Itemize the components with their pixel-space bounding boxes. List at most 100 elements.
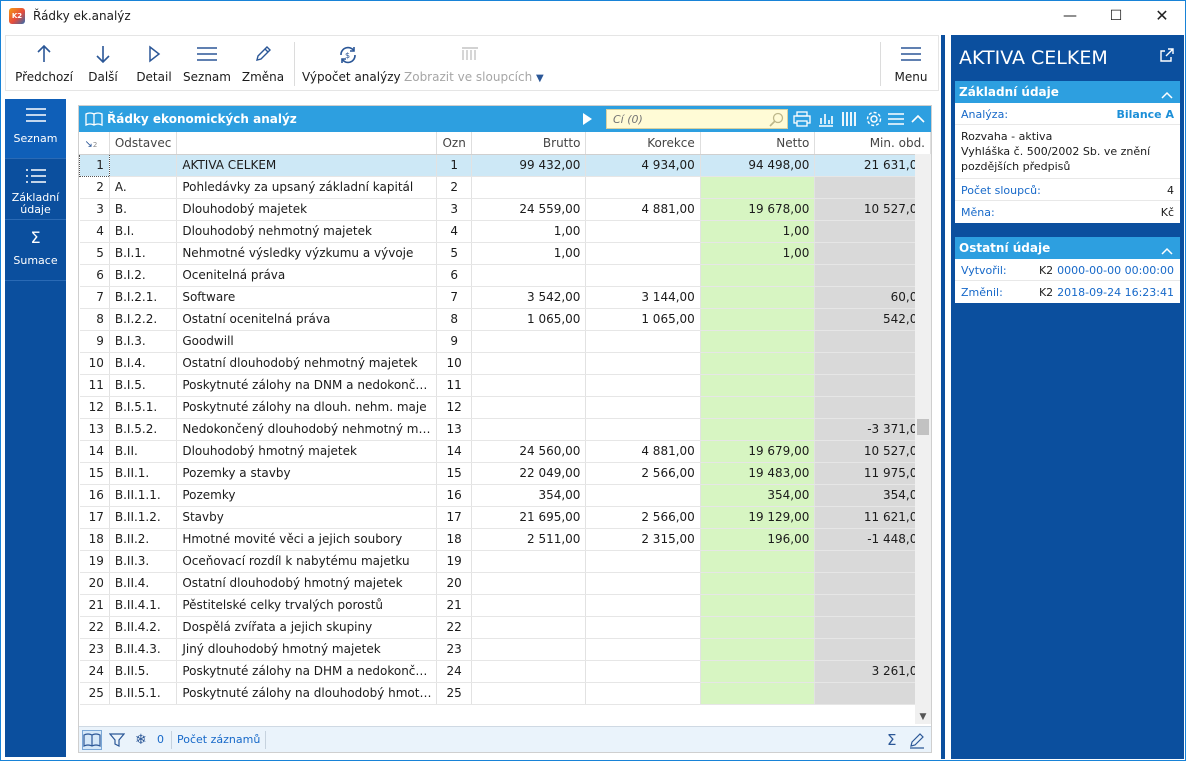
chevron-down-icon[interactable]: ▼ <box>915 710 931 724</box>
cell-netto[interactable]: 354,00 <box>700 484 816 507</box>
cell-popis[interactable]: Stavby <box>176 506 438 529</box>
cell-netto[interactable]: 1,00 <box>700 242 816 265</box>
run-icon[interactable] <box>581 112 595 131</box>
record-count-link[interactable]: Počet záznamů <box>177 731 260 749</box>
table-row[interactable]: 6 B.I.2. Ocenitelná práva 6 <box>79 264 931 287</box>
cell-rownum[interactable]: 6 <box>79 264 110 287</box>
cell-popis[interactable]: Ostatní dlouhodobý hmotný majetek <box>176 572 438 595</box>
cell-brutto[interactable] <box>471 638 587 661</box>
column-header-popis[interactable] <box>176 132 438 155</box>
cell-korekce[interactable]: 2 566,00 <box>585 462 701 485</box>
table-row[interactable]: 25 B.II.5.1. Poskytnuté zálohy na dlouhodo… <box>79 682 931 705</box>
cell-ozn[interactable]: 14 <box>436 440 472 463</box>
cell-popis[interactable]: Pozemky <box>176 484 438 507</box>
cell-odstavec[interactable]: B.I.3. <box>109 330 178 353</box>
cell-brutto[interactable] <box>471 572 587 595</box>
cell-rownum[interactable]: 9 <box>79 330 110 353</box>
cell-popis[interactable]: Pěstitelské celky trvalých porostů <box>176 594 438 617</box>
cell-rownum[interactable]: 3 <box>79 198 110 221</box>
cell-rownum[interactable]: 22 <box>79 616 110 639</box>
cell-rownum[interactable]: 14 <box>79 440 110 463</box>
cell-ozn[interactable]: 4 <box>436 220 472 243</box>
cell-rownum[interactable]: 21 <box>79 594 110 617</box>
cell-brutto[interactable]: 354,00 <box>471 484 587 507</box>
cell-korekce[interactable] <box>585 418 701 441</box>
cell-netto[interactable] <box>700 616 816 639</box>
cell-brutto[interactable] <box>471 616 587 639</box>
cell-min-obd[interactable] <box>814 176 931 199</box>
cell-ozn[interactable]: 1 <box>436 154 472 177</box>
cell-korekce[interactable]: 3 144,00 <box>585 286 701 309</box>
gear-icon[interactable] <box>865 110 883 128</box>
cell-rownum[interactable]: 16 <box>79 484 110 507</box>
cell-min-obd[interactable]: 10 527,00 <box>814 440 931 463</box>
cell-rownum[interactable]: 5 <box>79 242 110 265</box>
cell-min-obd[interactable]: 21 631,00 <box>814 154 931 177</box>
cell-odstavec[interactable]: B.II.1.1. <box>109 484 178 507</box>
cell-odstavec[interactable]: B.II.4.1. <box>109 594 178 617</box>
cell-brutto[interactable] <box>471 264 587 287</box>
cell-netto[interactable] <box>700 682 816 705</box>
column-header-netto[interactable]: Netto <box>700 132 816 155</box>
cell-odstavec[interactable]: B.I.2.1. <box>109 286 178 309</box>
cell-popis[interactable]: Nedokončený dlouhodobý nehmotný m… <box>176 418 438 441</box>
cell-brutto[interactable]: 3 542,00 <box>471 286 587 309</box>
table-row[interactable]: 5 B.I.1. Nehmotné výsledky výzkumu a vývoj… <box>79 242 931 265</box>
cell-rownum[interactable]: 17 <box>79 506 110 529</box>
cell-korekce[interactable] <box>585 330 701 353</box>
cell-netto[interactable]: 19 679,00 <box>700 440 816 463</box>
table-row[interactable]: 10 B.I.4. Ostatní dlouhodobý nehmotný maje… <box>79 352 931 375</box>
cell-popis[interactable]: Nehmotné výsledky výzkumu a vývoje <box>176 242 438 265</box>
other-info-header[interactable]: Ostatní údaje <box>955 237 1180 259</box>
table-row[interactable]: 9 B.I.3. Goodwill 9 <box>79 330 931 353</box>
cell-ozn[interactable]: 5 <box>436 242 472 265</box>
printer-icon[interactable] <box>793 110 811 128</box>
sigma-icon[interactable]: Σ <box>887 731 896 749</box>
cell-odstavec[interactable]: B.I.5.1. <box>109 396 178 419</box>
cell-popis[interactable]: Oceňovací rozdíl k nabytému majetku <box>176 550 438 573</box>
calculate-analysis-button[interactable]: $ Výpočet analýzy <box>302 36 401 90</box>
cell-odstavec[interactable]: B.II.1. <box>109 462 178 485</box>
cell-ozn[interactable]: 8 <box>436 308 472 331</box>
cell-korekce[interactable]: 2 315,00 <box>585 528 701 551</box>
cell-odstavec[interactable]: B.II.1.2. <box>109 506 178 529</box>
cell-odstavec[interactable]: B.I.2.2. <box>109 308 178 331</box>
cell-korekce[interactable] <box>585 660 701 683</box>
maximize-button[interactable]: ☐ <box>1093 1 1139 31</box>
cell-netto[interactable] <box>700 264 816 287</box>
cell-korekce[interactable]: 4 881,00 <box>585 198 701 221</box>
cell-ozn[interactable]: 25 <box>436 682 472 705</box>
cell-odstavec[interactable]: B.II. <box>109 440 178 463</box>
table-row[interactable]: 8 B.I.2.2. Ostatní ocenitelná práva 8 1 065,… <box>79 308 931 331</box>
cell-odstavec[interactable]: B.II.4. <box>109 572 178 595</box>
cell-rownum[interactable]: 1 <box>79 153 110 177</box>
analysis-value[interactable]: Bilance A <box>1116 108 1174 121</box>
table-row[interactable]: 13 B.I.5.2. Nedokončený dlouhodobý nehmotn… <box>79 418 931 441</box>
cell-brutto[interactable]: 1,00 <box>471 220 587 243</box>
cell-netto[interactable] <box>700 594 816 617</box>
cell-rownum[interactable]: 4 <box>79 220 110 243</box>
cell-popis[interactable]: Dlouhodobý hmotný majetek <box>176 440 438 463</box>
cell-ozn[interactable]: 17 <box>436 506 472 529</box>
cell-popis[interactable]: Jiný dlouhodobý hmotný majetek <box>176 638 438 661</box>
cell-brutto[interactable]: 99 432,00 <box>471 154 587 177</box>
minimize-button[interactable]: — <box>1047 1 1093 31</box>
cell-min-obd[interactable]: -1 448,00 <box>814 528 931 551</box>
cell-min-obd[interactable] <box>814 594 931 617</box>
cell-korekce[interactable] <box>585 550 701 573</box>
cell-popis[interactable]: Hmotné movité věci a jejich soubory <box>176 528 438 551</box>
cell-netto[interactable] <box>700 308 816 331</box>
cell-rownum[interactable]: 19 <box>79 550 110 573</box>
cell-ozn[interactable]: 18 <box>436 528 472 551</box>
cell-netto[interactable] <box>700 286 816 309</box>
cell-netto[interactable]: 94 498,00 <box>700 154 816 177</box>
cell-brutto[interactable] <box>471 330 587 353</box>
cell-netto[interactable] <box>700 374 816 397</box>
cell-popis[interactable]: Poskytnuté zálohy na DNM a nedokonč… <box>176 374 438 397</box>
cell-odstavec[interactable]: B.I.5. <box>109 374 178 397</box>
cell-korekce[interactable] <box>585 638 701 661</box>
cell-korekce[interactable] <box>585 594 701 617</box>
cell-korekce[interactable]: 1 065,00 <box>585 308 701 331</box>
cell-brutto[interactable]: 24 559,00 <box>471 198 587 221</box>
cell-rownum[interactable]: 23 <box>79 638 110 661</box>
